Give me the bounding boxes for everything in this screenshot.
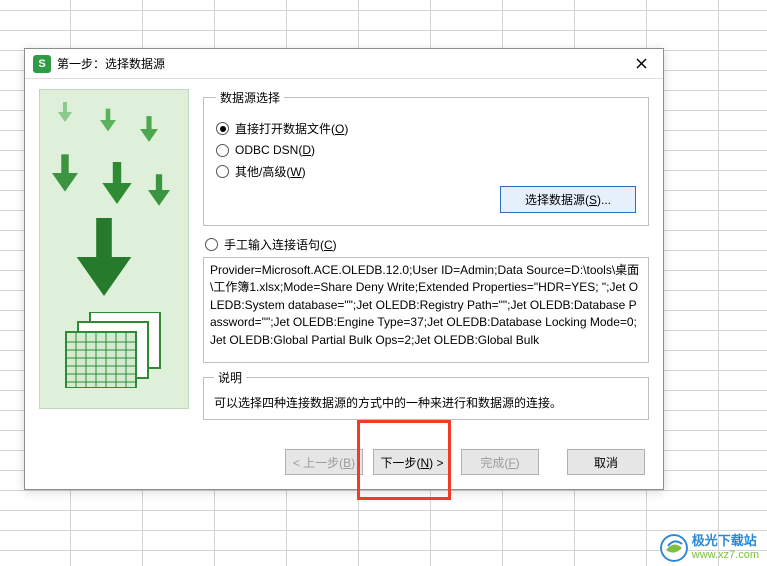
wizard-dialog: S 第一步：选择数据源 xyxy=(24,48,664,490)
radio-manual-connection[interactable]: 手工输入连接语句(C) xyxy=(205,236,649,253)
radio-odbc-dsn[interactable]: ODBC DSN(D) xyxy=(216,143,636,157)
arrow-down-icon xyxy=(58,102,72,122)
datasource-fieldset: 数据源选择 直接打开数据文件(O) ODBC DSN(D) 其他/高级(W) 选… xyxy=(203,89,649,226)
wizard-illustration xyxy=(39,89,189,409)
radio-label: 其他/高级(W) xyxy=(235,163,306,180)
close-button[interactable] xyxy=(627,54,655,74)
watermark-logo-icon xyxy=(660,534,688,562)
spreadsheet-stack-icon xyxy=(64,312,164,388)
watermark-url: www.xz7.com xyxy=(692,549,759,562)
dialog-title: 第一步：选择数据源 xyxy=(57,55,165,72)
next-button[interactable]: 下一步(N) > xyxy=(373,449,451,475)
wizard-footer: < 上一步(B) 下一步(N) > 完成(F) 取消 xyxy=(25,441,663,489)
description-text: 可以选择四种连接数据源的方式中的一种来进行和数据源的连接。 xyxy=(214,394,638,411)
titlebar: S 第一步：选择数据源 xyxy=(25,49,663,79)
radio-direct-open[interactable]: 直接打开数据文件(O) xyxy=(216,120,636,137)
arrow-down-icon xyxy=(76,218,132,296)
radio-icon xyxy=(216,144,229,157)
radio-label: 直接打开数据文件(O) xyxy=(235,120,348,137)
radio-label: ODBC DSN(D) xyxy=(235,143,315,157)
close-icon xyxy=(636,58,647,69)
description-legend: 说明 xyxy=(214,369,246,386)
app-icon: S xyxy=(33,55,51,73)
datasource-legend: 数据源选择 xyxy=(216,89,284,106)
cancel-button[interactable]: 取消 xyxy=(567,449,645,475)
finish-button: 完成(F) xyxy=(461,449,539,475)
connection-string-textarea[interactable]: Provider=Microsoft.ACE.OLEDB.12.0;User I… xyxy=(203,257,649,363)
radio-label: 手工输入连接语句(C) xyxy=(224,236,337,253)
radio-icon xyxy=(205,238,218,251)
watermark: 极光下载站 www.xz7.com xyxy=(660,533,759,562)
description-fieldset: 说明 可以选择四种连接数据源的方式中的一种来进行和数据源的连接。 xyxy=(203,369,649,420)
select-datasource-button[interactable]: 选择数据源(S)... xyxy=(500,186,636,213)
arrow-down-icon xyxy=(52,154,78,192)
arrow-down-icon xyxy=(102,162,132,204)
arrow-down-icon xyxy=(100,108,116,132)
arrow-down-icon xyxy=(148,174,170,206)
radio-icon xyxy=(216,165,229,178)
watermark-title: 极光下载站 xyxy=(692,533,759,549)
radio-other-advanced[interactable]: 其他/高级(W) xyxy=(216,163,636,180)
back-button: < 上一步(B) xyxy=(285,449,363,475)
radio-icon xyxy=(216,122,229,135)
arrow-down-icon xyxy=(140,116,158,142)
